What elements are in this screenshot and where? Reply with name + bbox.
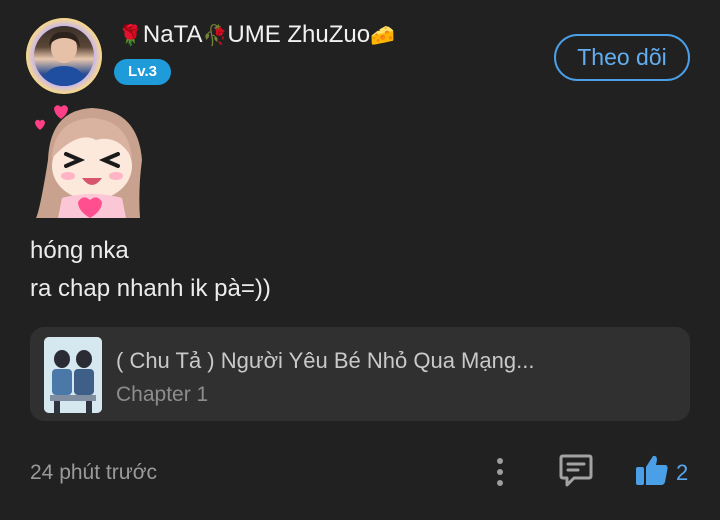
like-count: 2 — [676, 460, 689, 485]
reply-icon[interactable] — [558, 451, 594, 489]
more-options-icon[interactable] — [490, 455, 510, 489]
comment-line: hóng nka — [30, 237, 129, 264]
cheese-emoji: 🧀 — [370, 25, 396, 47]
follow-button[interactable]: Theo dõi — [554, 34, 690, 81]
wilted-rose-emoji: 🥀 — [202, 25, 228, 47]
crying-laughing-girl-sticker — [30, 100, 150, 222]
avatar-photo — [34, 26, 94, 86]
story-title: ( Chu Tả ) Người Yêu Bé Nhỏ Qua Mạng... — [116, 348, 535, 373]
avatar[interactable] — [26, 18, 102, 94]
comment-body: hóng nka ra chap nhanh ik pà=)) — [30, 232, 271, 308]
username[interactable]: 🌹NaTA🥀UME ZhuZuo🧀 — [118, 20, 395, 50]
comment-line: ra chap nhanh ik pà=)) — [30, 275, 271, 302]
story-chapter: Chapter 1 — [116, 383, 209, 406]
thumbs-up-icon[interactable] — [634, 452, 670, 488]
rose-emoji: 🌹 — [118, 25, 143, 47]
username-part1: NaTA — [142, 21, 203, 48]
username-part2: UME ZhuZuo — [227, 21, 371, 48]
level-badge: Lv.3 — [114, 59, 171, 85]
story-link-card[interactable]: ( Chu Tả ) Người Yêu Bé Nhỏ Qua Mạng... … — [30, 327, 690, 421]
comment-timestamp: 24 phút trước — [30, 461, 158, 484]
story-cover-image — [44, 337, 102, 413]
